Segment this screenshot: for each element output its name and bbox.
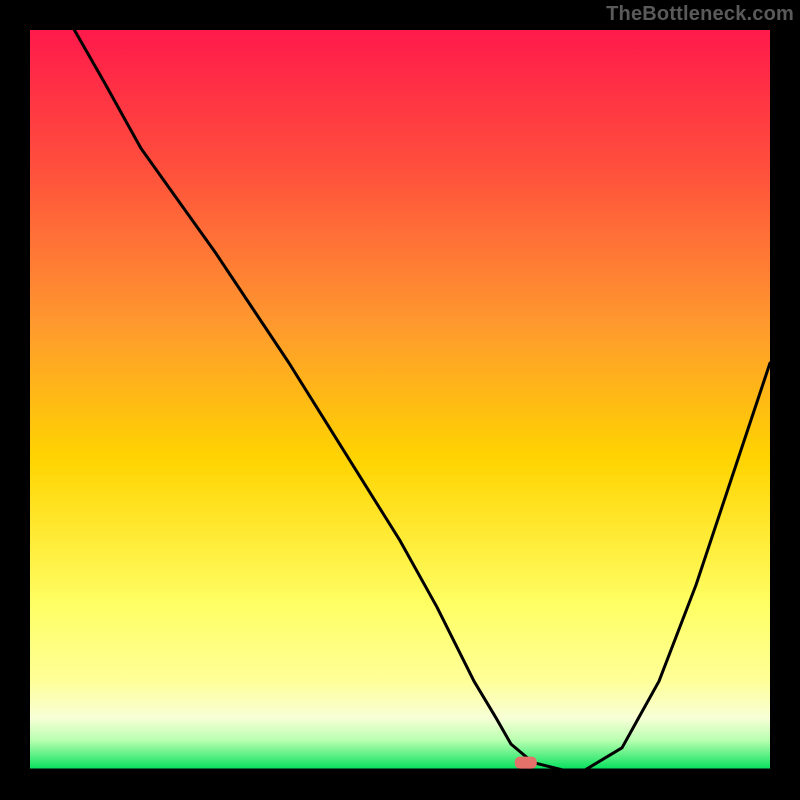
optimal-point-marker: [515, 757, 537, 769]
chart-svg: [30, 30, 770, 770]
chart-frame: TheBottleneck.com: [0, 0, 800, 800]
watermark-text: TheBottleneck.com: [606, 3, 794, 26]
gradient-background: [30, 30, 770, 770]
plot-area: [30, 30, 770, 770]
